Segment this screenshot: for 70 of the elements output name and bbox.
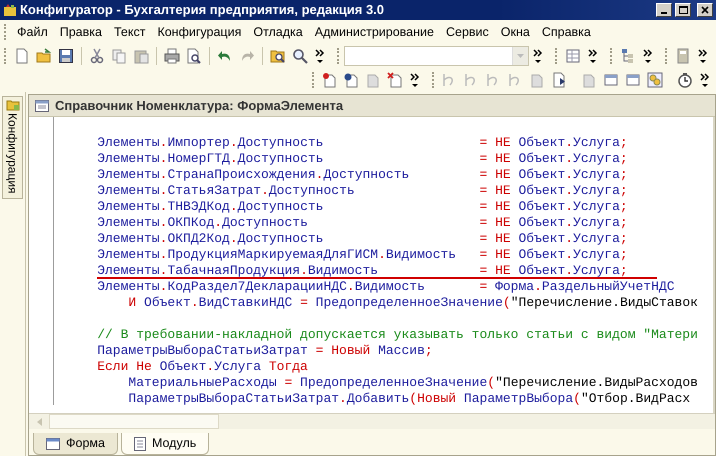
maximize-icon[interactable]	[678, 6, 688, 14]
menu-item[interactable]: Файл	[11, 22, 54, 42]
folder-search-icon[interactable]	[270, 48, 286, 64]
code-line: ПараметрыВыбораСтатьиЗатрат.Добавить(Новый ПараметрВыбора("Отбор.ВидРасх	[128, 391, 690, 407]
menu-item[interactable]: Администрирование	[308, 22, 440, 42]
paste-icon[interactable]	[132, 48, 149, 64]
form-icon	[46, 438, 60, 450]
form-icon	[35, 100, 49, 112]
menu-item[interactable]: Правка	[54, 22, 108, 42]
copy-icon[interactable]	[110, 48, 127, 64]
delete-document-icon[interactable]	[387, 72, 403, 88]
menu-item[interactable]: Конфигурация	[151, 22, 248, 42]
table-icon[interactable]	[565, 48, 582, 64]
code-line: Элементы.Импортер.Доступность	[97, 135, 324, 150]
assigned-value: = НЕ Объект.Услуга;	[479, 167, 628, 183]
assigned-value: = НЕ Объект.Услуга;	[479, 215, 628, 231]
assigned-value: = НЕ Объект.Услуга;	[479, 183, 628, 199]
code-line: Элементы.ОКПКод.Доступность	[97, 215, 308, 230]
editor-tab[interactable]: Форма	[33, 433, 118, 455]
assigned-value: = НЕ Объект.Услуга;	[479, 199, 628, 215]
document-icon	[134, 436, 146, 450]
menu-item[interactable]: Отладка	[247, 22, 309, 42]
menu-item[interactable]: Сервис	[440, 22, 495, 42]
code-line: Элементы.ПродукцияМаркируемаяДляГИСМ.Видимость	[97, 247, 456, 262]
assigned-value: = НЕ Объект.Услуга;	[479, 247, 628, 263]
app-icon	[3, 3, 17, 17]
menu-item[interactable]: Окна	[494, 22, 536, 42]
editor-tab[interactable]: Модуль	[120, 433, 210, 455]
menu-item[interactable]: Текст	[108, 22, 152, 42]
editor-title: Справочник Номенклатура: ФормаЭлемента	[55, 96, 344, 115]
code-line: ПараметрыВыбораСтатьиЗатрат = Новый Массив;	[97, 343, 433, 359]
minimize-button[interactable]	[656, 3, 672, 17]
search-icon[interactable]	[292, 48, 308, 64]
code-line: Элементы.ТабачнаяПродукция.Видимость	[97, 263, 378, 278]
cut-icon[interactable]	[88, 48, 105, 64]
maximize-button[interactable]	[675, 3, 691, 17]
code-line: И Объект.ВидСтавкиНДС = ПредопределенноеЗначение("Перечисление.ВидыСтавок	[128, 295, 698, 311]
assigned-value: = НЕ Объект.Услуга;	[479, 231, 628, 247]
assigned-value: = Форма.РаздельныйУчетНДС	[479, 279, 675, 295]
assigned-value: = НЕ Объект.Услуга;	[479, 135, 628, 151]
code-line: Элементы.КодРаздел7ДекларацииНДС.Видимость	[97, 279, 425, 294]
assigned-value: = НЕ Объект.Услуга;	[479, 151, 628, 167]
code-line: // В требовании-накладной допускается указывать только статьи с видом "Матери	[97, 327, 698, 343]
open-folder-icon[interactable]	[36, 48, 52, 64]
assigned-value: = НЕ Объект.Услуга;	[479, 263, 628, 279]
window-title: Конфигуратор - Бухгалтерия предприятия, редакция 3.0	[20, 1, 386, 20]
close-button[interactable]	[697, 3, 713, 17]
horizontal-scrollbar[interactable]	[29, 413, 715, 429]
code-line: Если Не Объект.Услуга Тогда	[97, 359, 308, 375]
close-icon[interactable]	[701, 6, 709, 14]
window-icon[interactable]	[625, 72, 641, 88]
code-line: МатериальныеРасходы = ПредопределенноеЗначение("Перечисление.ВидыРасходов	[128, 375, 698, 391]
code-line: Элементы.ТНВЭДКод.Доступность	[97, 199, 324, 214]
code-line: Элементы.ОКПД2Код.Доступность	[97, 231, 324, 246]
printer-icon[interactable]	[164, 48, 180, 64]
menu-item[interactable]: Справка	[536, 22, 597, 42]
run-document-icon[interactable]	[551, 72, 567, 88]
window-icon[interactable]	[603, 72, 619, 88]
save-icon[interactable]	[58, 48, 74, 64]
code-line: Элементы.НомерГТД.Доступность	[97, 151, 324, 166]
print-preview-icon[interactable]	[186, 48, 202, 64]
new-document-icon[interactable]	[14, 48, 30, 64]
code-line: Элементы.СтатьяЗатрат.Доступность	[97, 183, 355, 198]
folder-icon	[6, 99, 20, 111]
code-line: Элементы.СтранаПроисхождения.Доступность	[97, 167, 410, 182]
breakpoint-document-icon[interactable]	[321, 72, 337, 88]
stopwatch-icon[interactable]	[677, 72, 693, 88]
combo-field[interactable]	[344, 46, 530, 66]
configuration-tab[interactable]: Конфигурация	[2, 96, 23, 199]
document-icon[interactable]	[343, 72, 359, 88]
